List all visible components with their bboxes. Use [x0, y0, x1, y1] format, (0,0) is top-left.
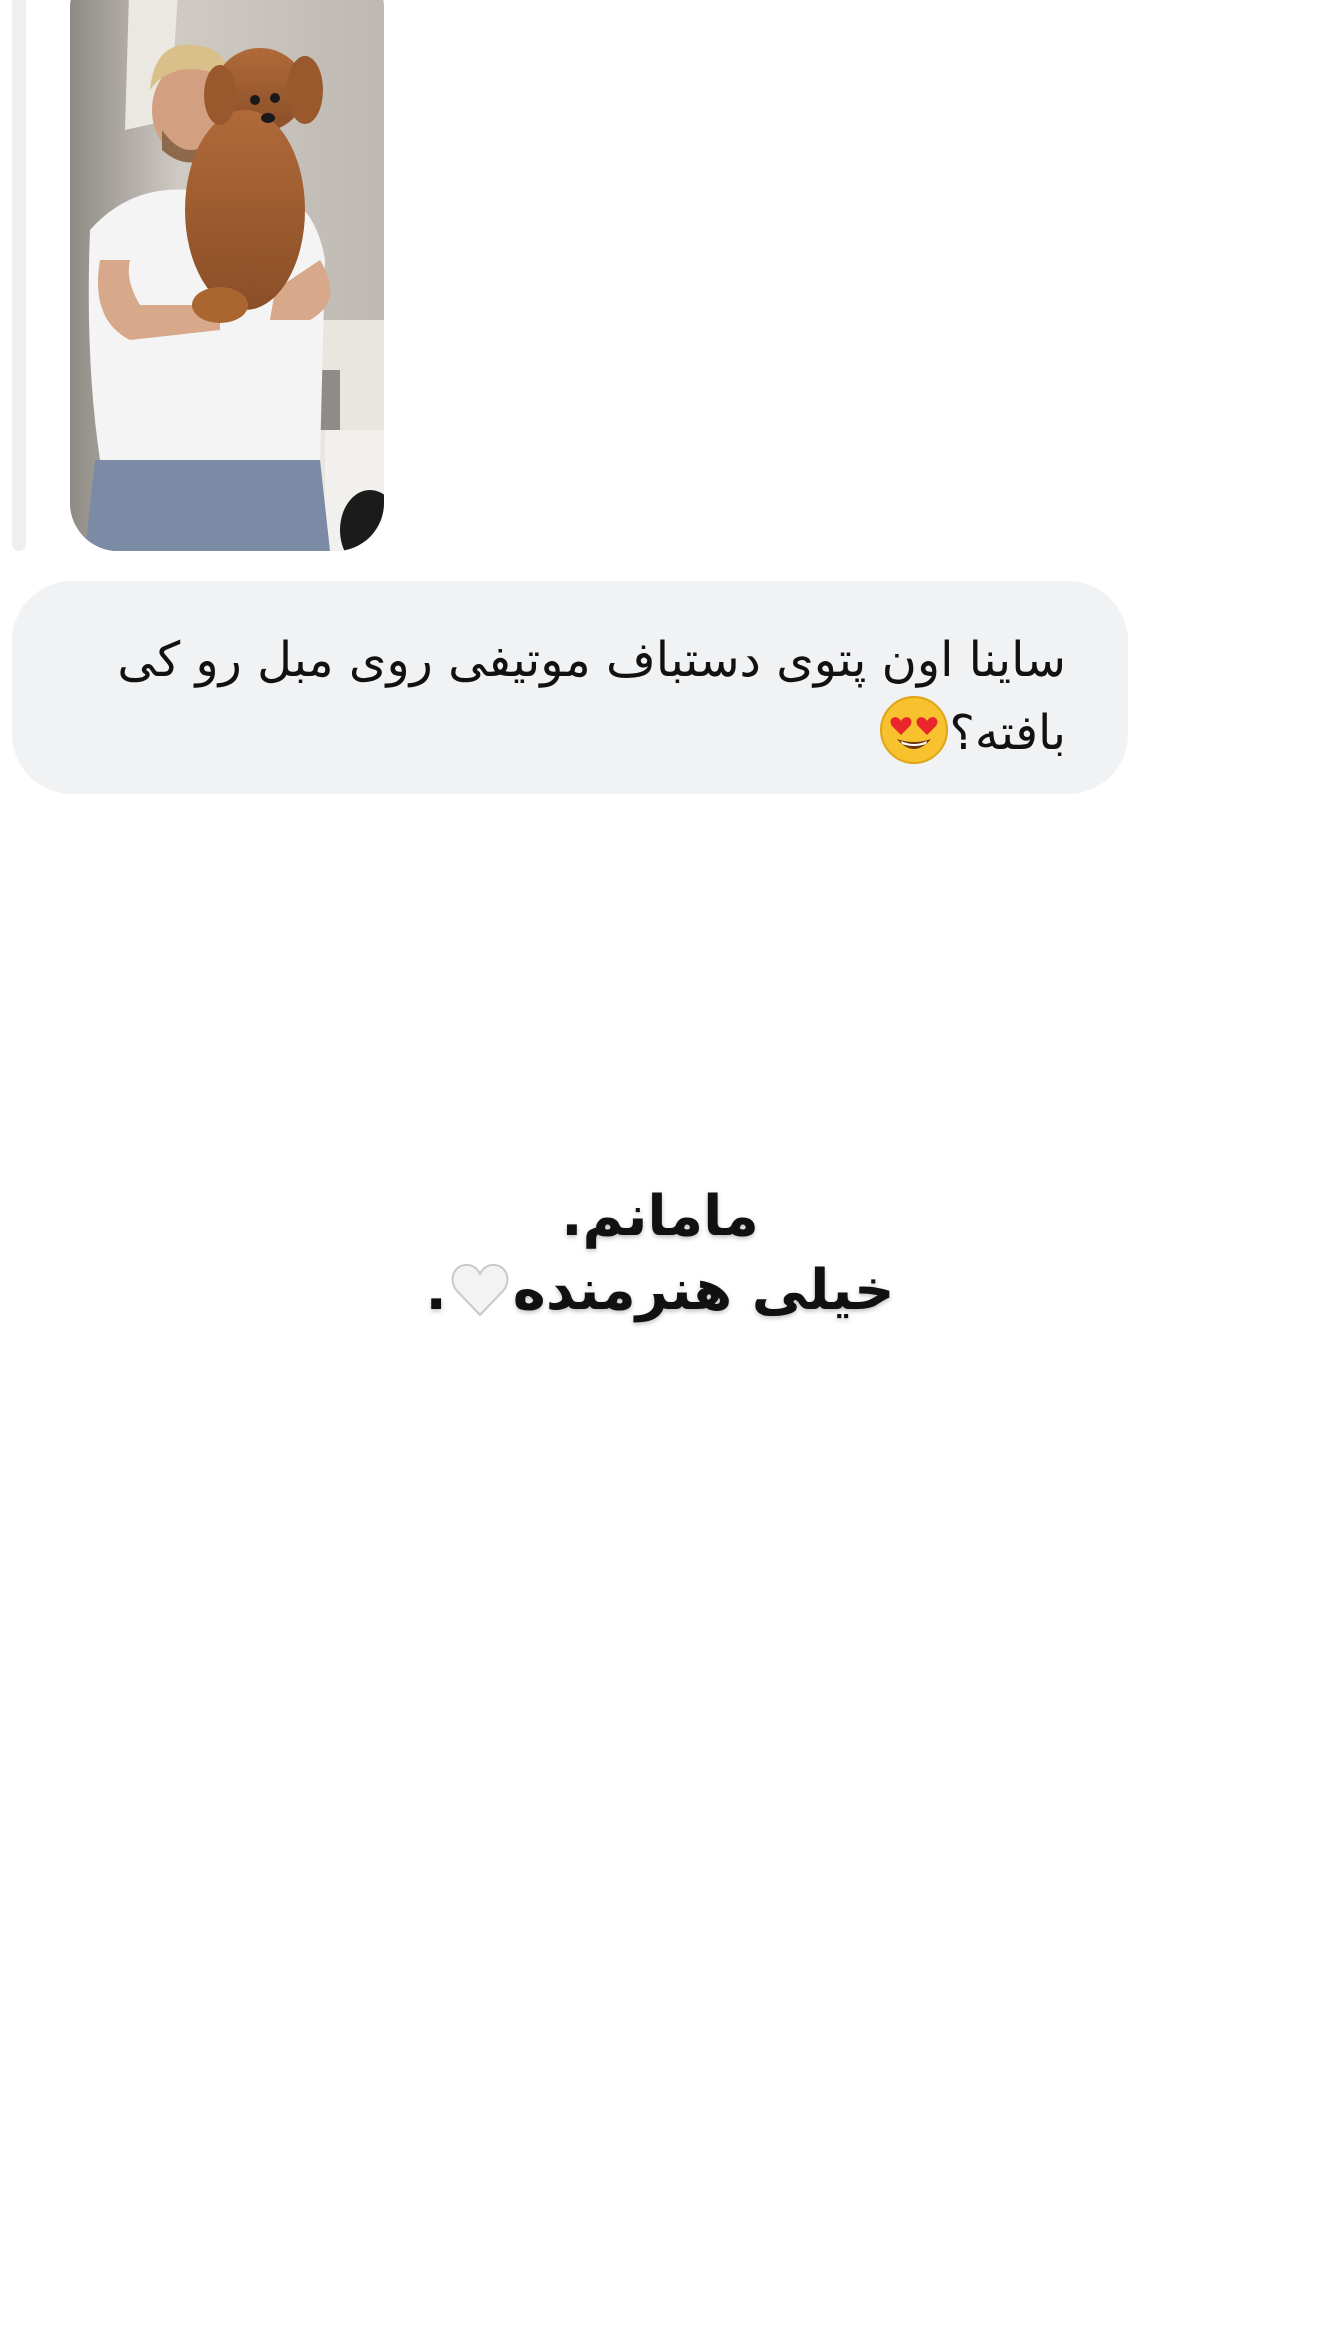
story-caption: مامانم. خیلی هنرمنده . [0, 1180, 1320, 1328]
smiling-face-with-heart-eyes-icon [879, 695, 949, 765]
white-heart-icon [449, 1259, 511, 1321]
message-bubble[interactable]: ساینا اون پتوی دستباف موتیفی روی مبل رو … [12, 581, 1128, 794]
caption-line-2-text: خیلی هنرمنده [512, 1258, 895, 1323]
caption-line-2-end: . [425, 1258, 447, 1323]
message-text: ساینا اون پتوی دستباف موتیفی روی مبل رو … [54, 625, 1066, 768]
reply-indicator-bar [12, 0, 26, 551]
caption-line-2: خیلی هنرمنده . [0, 1254, 1320, 1328]
replied-story-image[interactable] [70, 0, 384, 551]
caption-line-1: مامانم. [561, 1184, 759, 1249]
photo-man-holding-dog-icon [70, 0, 384, 551]
